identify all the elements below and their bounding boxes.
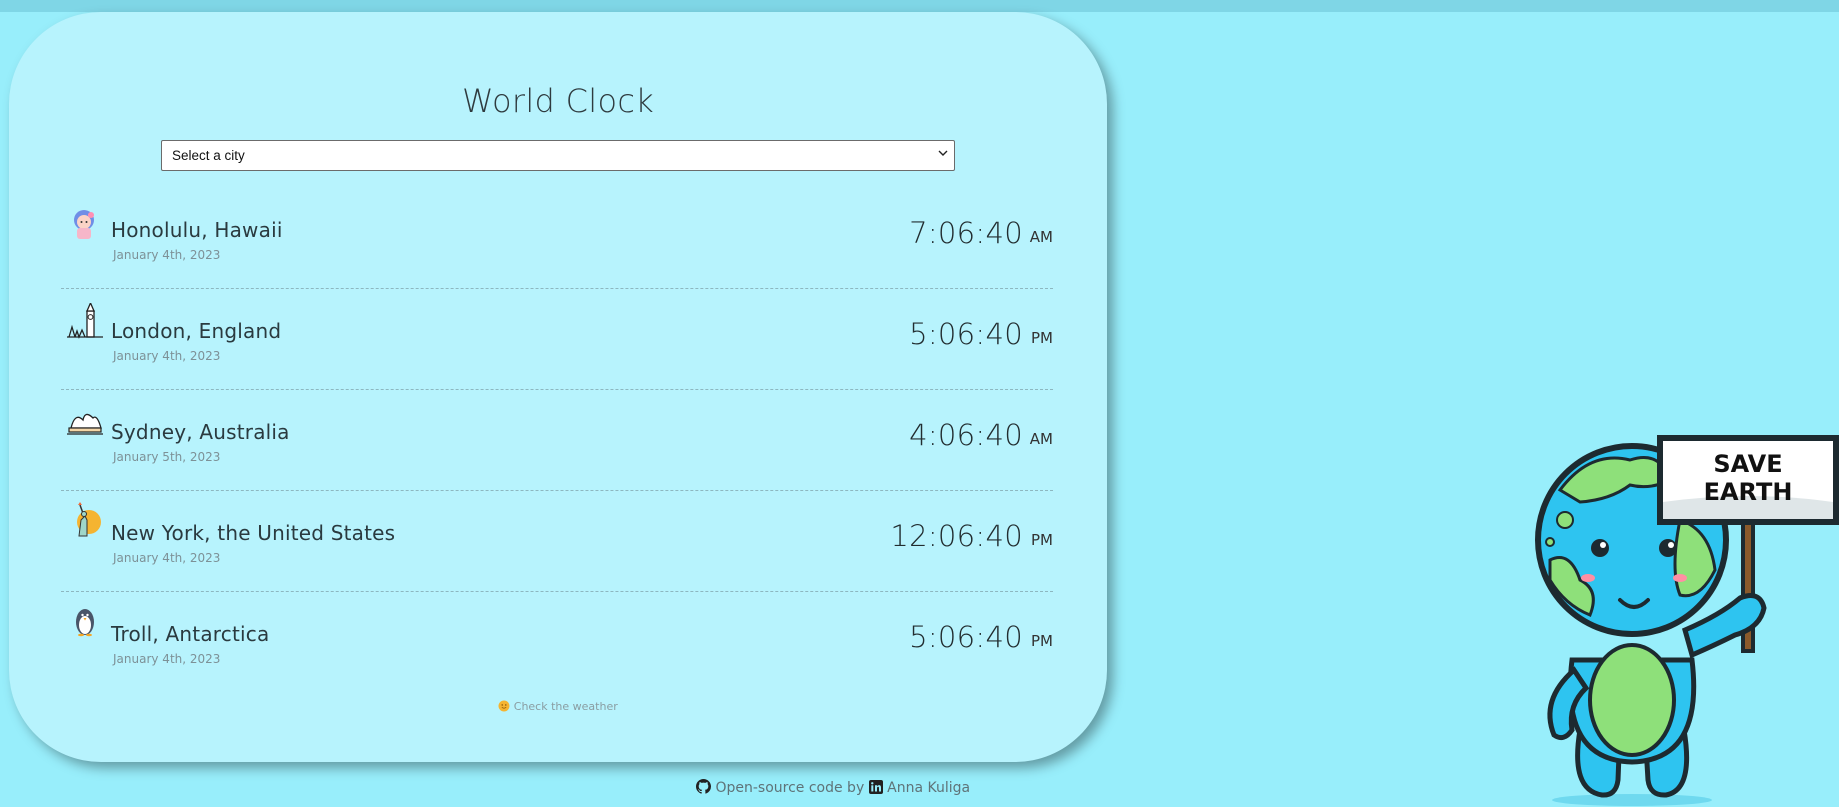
city-ampm: PM bbox=[1031, 329, 1053, 347]
sign-line-1: SAVE bbox=[1713, 450, 1782, 478]
opera-house-icon bbox=[67, 413, 103, 435]
city-date: January 4th, 2023 bbox=[113, 349, 221, 363]
city-row-london: London, England January 4th, 2023 5:06:4… bbox=[61, 289, 1053, 390]
github-icon bbox=[696, 779, 711, 794]
check-weather-link[interactable]: Check the weather bbox=[9, 700, 1107, 713]
city-select-value: Select a city bbox=[172, 148, 245, 163]
city-select[interactable]: Select a city bbox=[161, 140, 955, 171]
city-time: 5:06:40 bbox=[909, 620, 1023, 654]
footer: Open-source code by Anna Kuliga bbox=[696, 779, 970, 796]
city-ampm: AM bbox=[1029, 228, 1053, 246]
linkedin-icon bbox=[868, 780, 883, 794]
city-row-troll: Troll, Antarctica January 4th, 2023 5:06… bbox=[61, 592, 1053, 693]
city-time: 4:06:40 bbox=[909, 418, 1023, 452]
city-name: New York, the United States bbox=[111, 521, 396, 545]
big-ben-icon bbox=[67, 303, 103, 339]
city-name: Honolulu, Hawaii bbox=[111, 218, 283, 242]
world-clock-card: World Clock Select a city Honolulu, Hawa… bbox=[9, 12, 1107, 762]
city-date: January 4th, 2023 bbox=[113, 652, 221, 666]
city-ampm: PM bbox=[1031, 531, 1053, 549]
open-source-link[interactable]: Open-source code bbox=[715, 780, 842, 796]
page-title: World Clock bbox=[461, 82, 655, 120]
city-name: Troll, Antarctica bbox=[111, 622, 270, 646]
city-date: January 5th, 2023 bbox=[113, 450, 221, 464]
city-time: 12:06:40 bbox=[890, 519, 1023, 553]
city-row-honolulu: Honolulu, Hawaii January 4th, 2023 7:06:… bbox=[61, 188, 1053, 289]
city-name: London, England bbox=[111, 319, 282, 343]
footer-by: by bbox=[842, 780, 869, 796]
city-name: Sydney, Australia bbox=[111, 420, 290, 444]
penguin-icon bbox=[76, 609, 94, 637]
city-row-new-york: New York, the United States January 4th,… bbox=[61, 491, 1053, 592]
hula-girl-icon bbox=[74, 210, 94, 239]
chevron-down-icon bbox=[938, 150, 948, 156]
statue-of-liberty-icon bbox=[77, 502, 101, 537]
check-weather-text: Check the weather bbox=[513, 700, 618, 713]
city-time: 7:06:40 bbox=[909, 216, 1023, 250]
sun-face-icon bbox=[498, 700, 510, 712]
author-link[interactable]: Anna Kuliga bbox=[887, 780, 970, 796]
city-date: January 4th, 2023 bbox=[113, 551, 221, 565]
top-bar bbox=[0, 0, 1839, 12]
sign-line-2: EARTH bbox=[1704, 478, 1793, 506]
earth-mascot-save-earth-illustration: SAVE EARTH bbox=[1535, 435, 1839, 806]
city-date: January 4th, 2023 bbox=[113, 248, 221, 262]
city-ampm: AM bbox=[1029, 430, 1053, 448]
city-row-sydney: Sydney, Australia January 5th, 2023 4:06… bbox=[61, 390, 1053, 491]
city-ampm: PM bbox=[1031, 632, 1053, 650]
city-time: 5:06:40 bbox=[909, 317, 1023, 351]
